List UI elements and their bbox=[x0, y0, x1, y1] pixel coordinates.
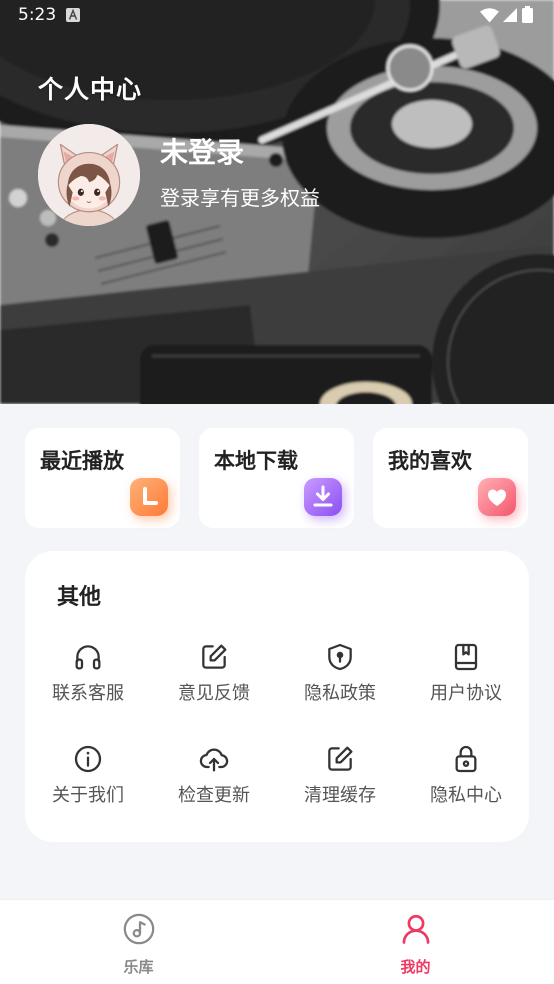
login-benefits-text: 登录享有更多权益 bbox=[160, 186, 320, 210]
card-label: 最近播放 bbox=[40, 449, 124, 473]
card-my-favorites[interactable]: 我的喜欢 bbox=[373, 428, 528, 528]
other-menu-grid: 联系客服 意见反馈 隐私政策 用户协议 关于我们 检查更新 清理缓存 隐私中心 bbox=[25, 639, 529, 843]
avatar[interactable] bbox=[38, 124, 140, 226]
person-icon bbox=[399, 912, 433, 946]
edit-icon bbox=[198, 641, 230, 673]
menu-item-check-update[interactable]: 检查更新 bbox=[151, 741, 277, 843]
profile-header: 5:23 个人中心 未登录 登录享有更多权益 bbox=[0, 0, 554, 404]
other-section: 其他 联系客服 意见反馈 隐私政策 用户协议 关于我们 检查更新 清理缓存 隐私… bbox=[25, 551, 529, 842]
headphones-icon bbox=[72, 641, 104, 673]
edit-icon bbox=[324, 743, 356, 775]
menu-label: 清理缓存 bbox=[304, 785, 376, 806]
tab-mine[interactable]: 我的 bbox=[277, 900, 554, 984]
signal-icon bbox=[503, 8, 517, 22]
menu-label: 隐私中心 bbox=[430, 785, 502, 806]
menu-label: 联系客服 bbox=[52, 683, 124, 704]
music-disc-icon bbox=[122, 912, 156, 946]
info-icon bbox=[72, 743, 104, 775]
clock-icon bbox=[130, 478, 168, 516]
battery-icon bbox=[522, 6, 533, 23]
menu-item-user-agreement[interactable]: 用户协议 bbox=[403, 639, 529, 741]
menu-item-privacy-policy[interactable]: 隐私政策 bbox=[277, 639, 403, 741]
shield-icon bbox=[324, 641, 356, 673]
quick-access-cards: 最近播放 本地下载 我的喜欢 bbox=[25, 428, 529, 528]
card-recent-plays[interactable]: 最近播放 bbox=[25, 428, 180, 528]
menu-label: 意见反馈 bbox=[178, 683, 250, 704]
page-title: 个人中心 bbox=[38, 75, 143, 104]
menu-label: 隐私政策 bbox=[304, 683, 376, 704]
menu-item-feedback[interactable]: 意见反馈 bbox=[151, 639, 277, 741]
tab-label: 乐库 bbox=[123, 958, 154, 976]
card-label: 本地下载 bbox=[214, 449, 298, 473]
menu-label: 用户协议 bbox=[430, 683, 502, 704]
status-bar: 5:23 bbox=[0, 0, 554, 30]
cloud-upload-icon bbox=[198, 743, 230, 775]
avatar-cat-hood-girl-icon bbox=[38, 124, 140, 226]
tab-label: 我的 bbox=[400, 958, 431, 976]
menu-item-about-us[interactable]: 关于我们 bbox=[25, 741, 151, 843]
login-status-label[interactable]: 未登录 bbox=[160, 134, 244, 172]
menu-label: 关于我们 bbox=[52, 785, 124, 806]
menu-label: 检查更新 bbox=[178, 785, 250, 806]
lock-icon bbox=[450, 743, 482, 775]
menu-item-privacy-center[interactable]: 隐私中心 bbox=[403, 741, 529, 843]
section-title: 其他 bbox=[57, 585, 102, 610]
tab-library[interactable]: 乐库 bbox=[0, 900, 277, 984]
menu-item-clear-cache[interactable]: 清理缓存 bbox=[277, 741, 403, 843]
bottom-tab-bar: 乐库 我的 bbox=[0, 900, 554, 984]
a-icon bbox=[66, 8, 80, 22]
menu-item-contact-support[interactable]: 联系客服 bbox=[25, 639, 151, 741]
status-time: 5:23 bbox=[18, 5, 57, 25]
card-label: 我的喜欢 bbox=[388, 449, 472, 473]
download-icon bbox=[304, 478, 342, 516]
book-icon bbox=[450, 641, 482, 673]
heart-icon bbox=[478, 478, 516, 516]
wifi-icon bbox=[480, 8, 499, 23]
card-local-downloads[interactable]: 本地下载 bbox=[199, 428, 354, 528]
user-login-area[interactable]: 未登录 登录享有更多权益 bbox=[38, 124, 358, 226]
